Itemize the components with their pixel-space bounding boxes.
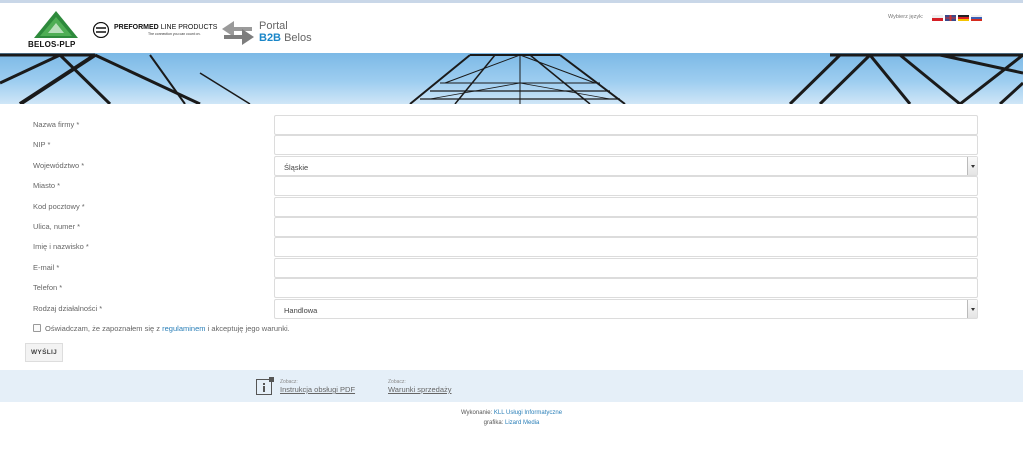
field-label: Województwo * bbox=[33, 160, 85, 170]
credits: Wykonanie: KLL Usługi Informatyczne graf… bbox=[0, 408, 1023, 428]
form-row: NIP * bbox=[0, 135, 1023, 156]
swap-arrows-icon bbox=[222, 21, 254, 45]
terms-consent: Oświadczam, że zapoznałem się z regulami… bbox=[33, 324, 290, 333]
plp-mark-icon bbox=[92, 22, 110, 38]
field-label: NIP * bbox=[33, 140, 51, 150]
kll-link[interactable]: KLL Usługi Informatyczne bbox=[494, 410, 562, 416]
field-label: Imię i nazwisko * bbox=[33, 242, 89, 252]
language-flags bbox=[932, 15, 982, 21]
field-label: Ulica, numer * bbox=[33, 222, 81, 231]
portal-subtitle: B2B Belos bbox=[259, 32, 312, 44]
text-field[interactable] bbox=[274, 257, 978, 278]
form-row: Miasto * bbox=[0, 176, 1023, 197]
field-label: Kod pocztowy * bbox=[33, 201, 85, 211]
terms-checkbox[interactable] bbox=[33, 324, 41, 332]
credit-development: Wykonanie: KLL Usługi Informatyczne bbox=[460, 410, 563, 416]
form-row: Województwo * Śląskie bbox=[0, 155, 1023, 176]
field-value: Handlowa bbox=[284, 305, 318, 315]
form-row: E-mail * bbox=[0, 257, 1023, 278]
language-label: Wybierz język: bbox=[888, 14, 924, 20]
portal-title: Portal bbox=[259, 20, 288, 32]
field-label: Nazwa firmy * bbox=[33, 120, 80, 129]
text-field[interactable] bbox=[274, 196, 978, 217]
belos-logo[interactable]: BELOS-PLP bbox=[28, 11, 86, 51]
consent-text-pre: Oświadczam, że zapoznałem się z bbox=[45, 324, 161, 333]
form-row: Kod pocztowy * bbox=[0, 196, 1023, 217]
belos-logo-text: BELOS-PLP bbox=[28, 40, 76, 49]
dropdown-caret-icon[interactable] bbox=[967, 299, 977, 318]
plp-name: PREFORMED LINE PRODUCTS bbox=[114, 24, 218, 31]
header: BELOS-PLP PREFORMED LINE PRODUCTS The co… bbox=[0, 3, 1023, 53]
power-pylon-image bbox=[0, 53, 1023, 104]
sales-terms-link[interactable]: Warunki sprzedaży bbox=[388, 385, 452, 394]
credit-graphics: grafika: Lizard Media bbox=[483, 420, 540, 426]
preformed-logo[interactable]: PREFORMED LINE PRODUCTS The connection y… bbox=[92, 22, 217, 42]
text-field[interactable] bbox=[274, 237, 978, 258]
field-value: Śląskie bbox=[284, 162, 309, 172]
flag-en-icon[interactable] bbox=[945, 15, 956, 21]
select-field[interactable]: Śląskie bbox=[274, 155, 978, 176]
info-icon[interactable] bbox=[256, 377, 274, 395]
lizard-media-link[interactable]: Lizard Media bbox=[505, 420, 539, 426]
instructions-pdf-link[interactable]: Instrukcja obsługi PDF bbox=[280, 385, 355, 394]
text-field[interactable] bbox=[274, 278, 978, 299]
form-row: Imię i nazwisko * bbox=[0, 237, 1023, 258]
submit-button[interactable]: WYŚLIJ bbox=[25, 343, 63, 362]
text-field[interactable] bbox=[274, 176, 978, 197]
field-label: E-mail * bbox=[33, 262, 60, 272]
text-field[interactable] bbox=[274, 115, 978, 135]
form-row: Ulica, numer * bbox=[0, 217, 1023, 237]
flag-ru-icon[interactable] bbox=[971, 15, 982, 21]
dropdown-caret-icon[interactable] bbox=[967, 156, 977, 175]
text-field[interactable] bbox=[274, 135, 978, 156]
text-field[interactable] bbox=[274, 217, 978, 237]
plp-tagline: The connection you can count on. bbox=[148, 32, 201, 36]
header-banner bbox=[0, 53, 1023, 104]
field-label: Miasto * bbox=[33, 181, 61, 191]
form-row: Rodzaj działalności * Handlowa bbox=[0, 298, 1023, 319]
footer-links-band: Zobacz: Instrukcja obsługi PDF Zobacz: W… bbox=[0, 370, 1023, 402]
consent-text-post: i akceptuję jego warunki. bbox=[207, 324, 290, 333]
belos-triangle-icon bbox=[34, 11, 78, 38]
flag-de-icon[interactable] bbox=[958, 15, 969, 21]
form-row: Telefon * bbox=[0, 278, 1023, 299]
terms-link[interactable]: regulaminem bbox=[162, 324, 205, 333]
flag-pl-icon[interactable] bbox=[932, 15, 943, 21]
select-field[interactable]: Handlowa bbox=[274, 298, 978, 319]
form-row: Nazwa firmy * bbox=[0, 115, 1023, 135]
field-label: Telefon * bbox=[33, 283, 63, 293]
field-label: Rodzaj działalności * bbox=[33, 303, 103, 313]
